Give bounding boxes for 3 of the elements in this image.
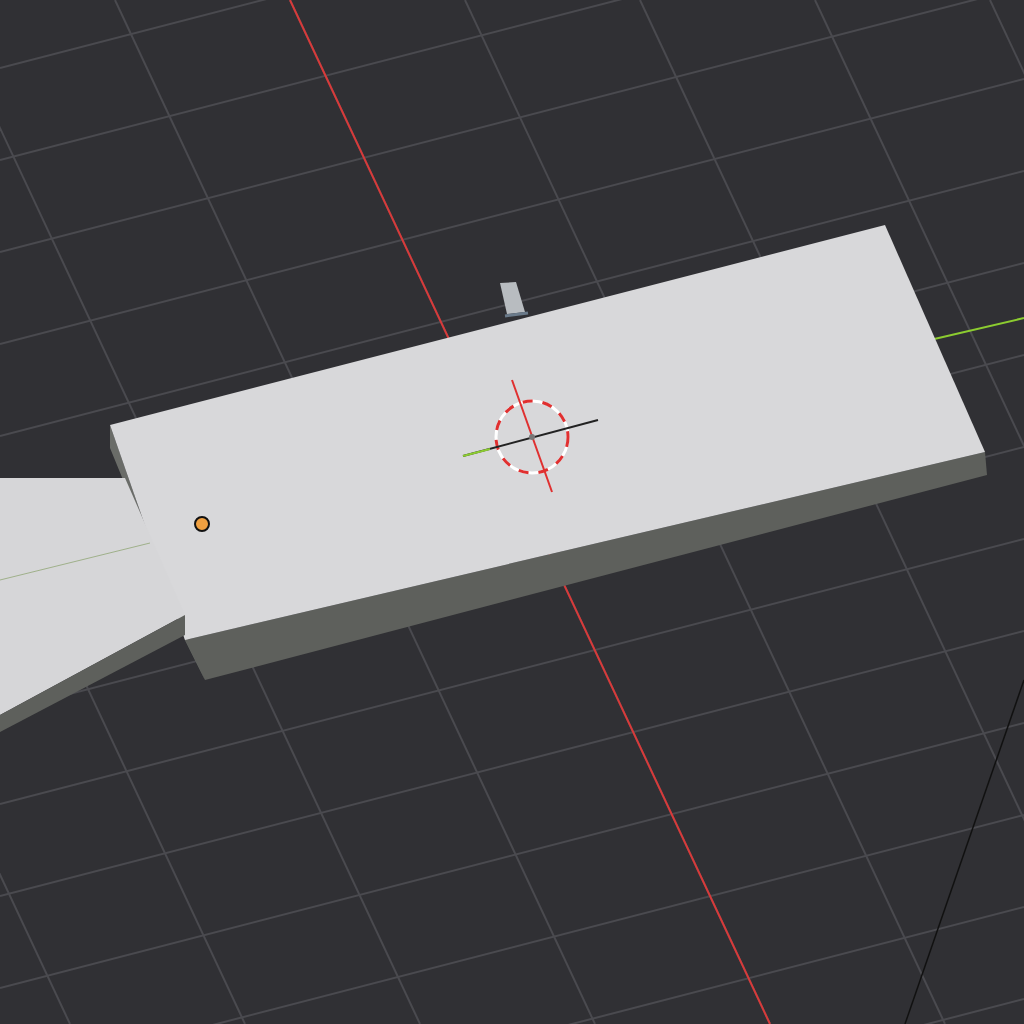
stub-mesh	[500, 282, 529, 318]
cursor-icon	[462, 379, 599, 493]
origin-dot[interactable]	[194, 516, 210, 532]
